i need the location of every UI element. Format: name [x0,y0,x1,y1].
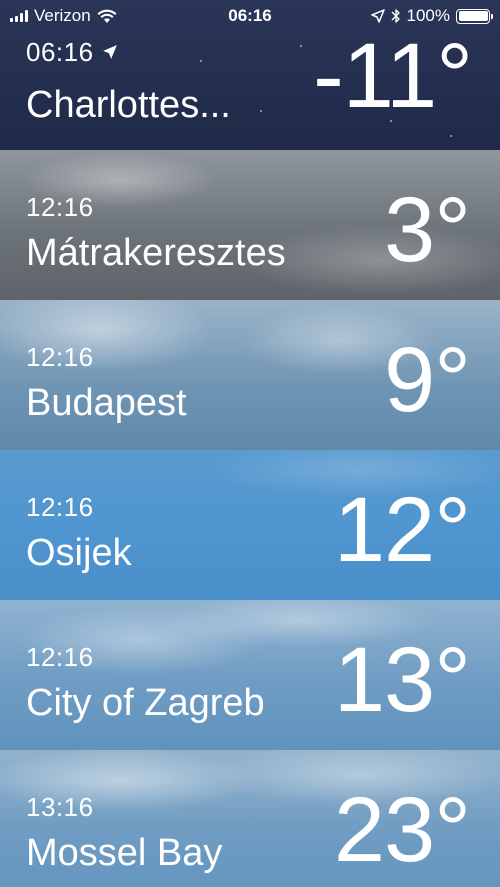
wifi-icon [97,9,117,23]
city-row[interactable]: 12:16 Mátrakeresztes 3° [0,150,500,300]
location-arrow-icon [370,9,385,23]
city-temperature: -11° [313,25,473,127]
status-right: 100% [370,6,493,26]
city-temperature: 13° [333,629,471,731]
city-temperature: 3° [384,179,471,281]
city-name: Mátrakeresztes [26,232,286,274]
city-name: Mossel Bay [26,832,223,874]
city-local-time: 13:16 [26,792,94,822]
battery-icon [456,8,493,24]
status-left: Verizon [10,6,117,26]
city-row[interactable]: 12:16 Osijek 12° [0,450,500,600]
city-row[interactable]: 13:16 Mossel Bay 23° [0,750,500,887]
city-name: Charlottes... [26,84,231,126]
weather-city-list-screen: Verizon 06:16 100% 06:16 Charlottes... -… [0,0,500,887]
city-name: City of Zagreb [26,682,265,724]
city-local-time: 06:16 [26,37,118,68]
city-temperature: 9° [384,329,471,431]
city-name: Budapest [26,382,187,424]
carrier-label: Verizon [34,6,91,25]
city-time-text: 06:16 [26,37,94,67]
city-local-time: 12:16 [26,642,94,672]
city-row[interactable]: 12:16 City of Zagreb 13° [0,600,500,750]
city-row[interactable]: 12:16 Budapest 9° [0,300,500,450]
location-arrow-icon [102,43,118,66]
signal-icon [10,10,28,22]
battery-percent: 100% [406,6,450,25]
city-temperature: 23° [333,779,471,881]
city-name: Osijek [26,532,132,574]
city-temperature: 12° [333,479,471,581]
city-local-time: 12:16 [26,492,94,522]
city-local-time: 12:16 [26,192,94,222]
status-bar: Verizon 06:16 100% [0,0,500,32]
bluetooth-icon [391,9,400,23]
city-local-time: 12:16 [26,342,94,372]
